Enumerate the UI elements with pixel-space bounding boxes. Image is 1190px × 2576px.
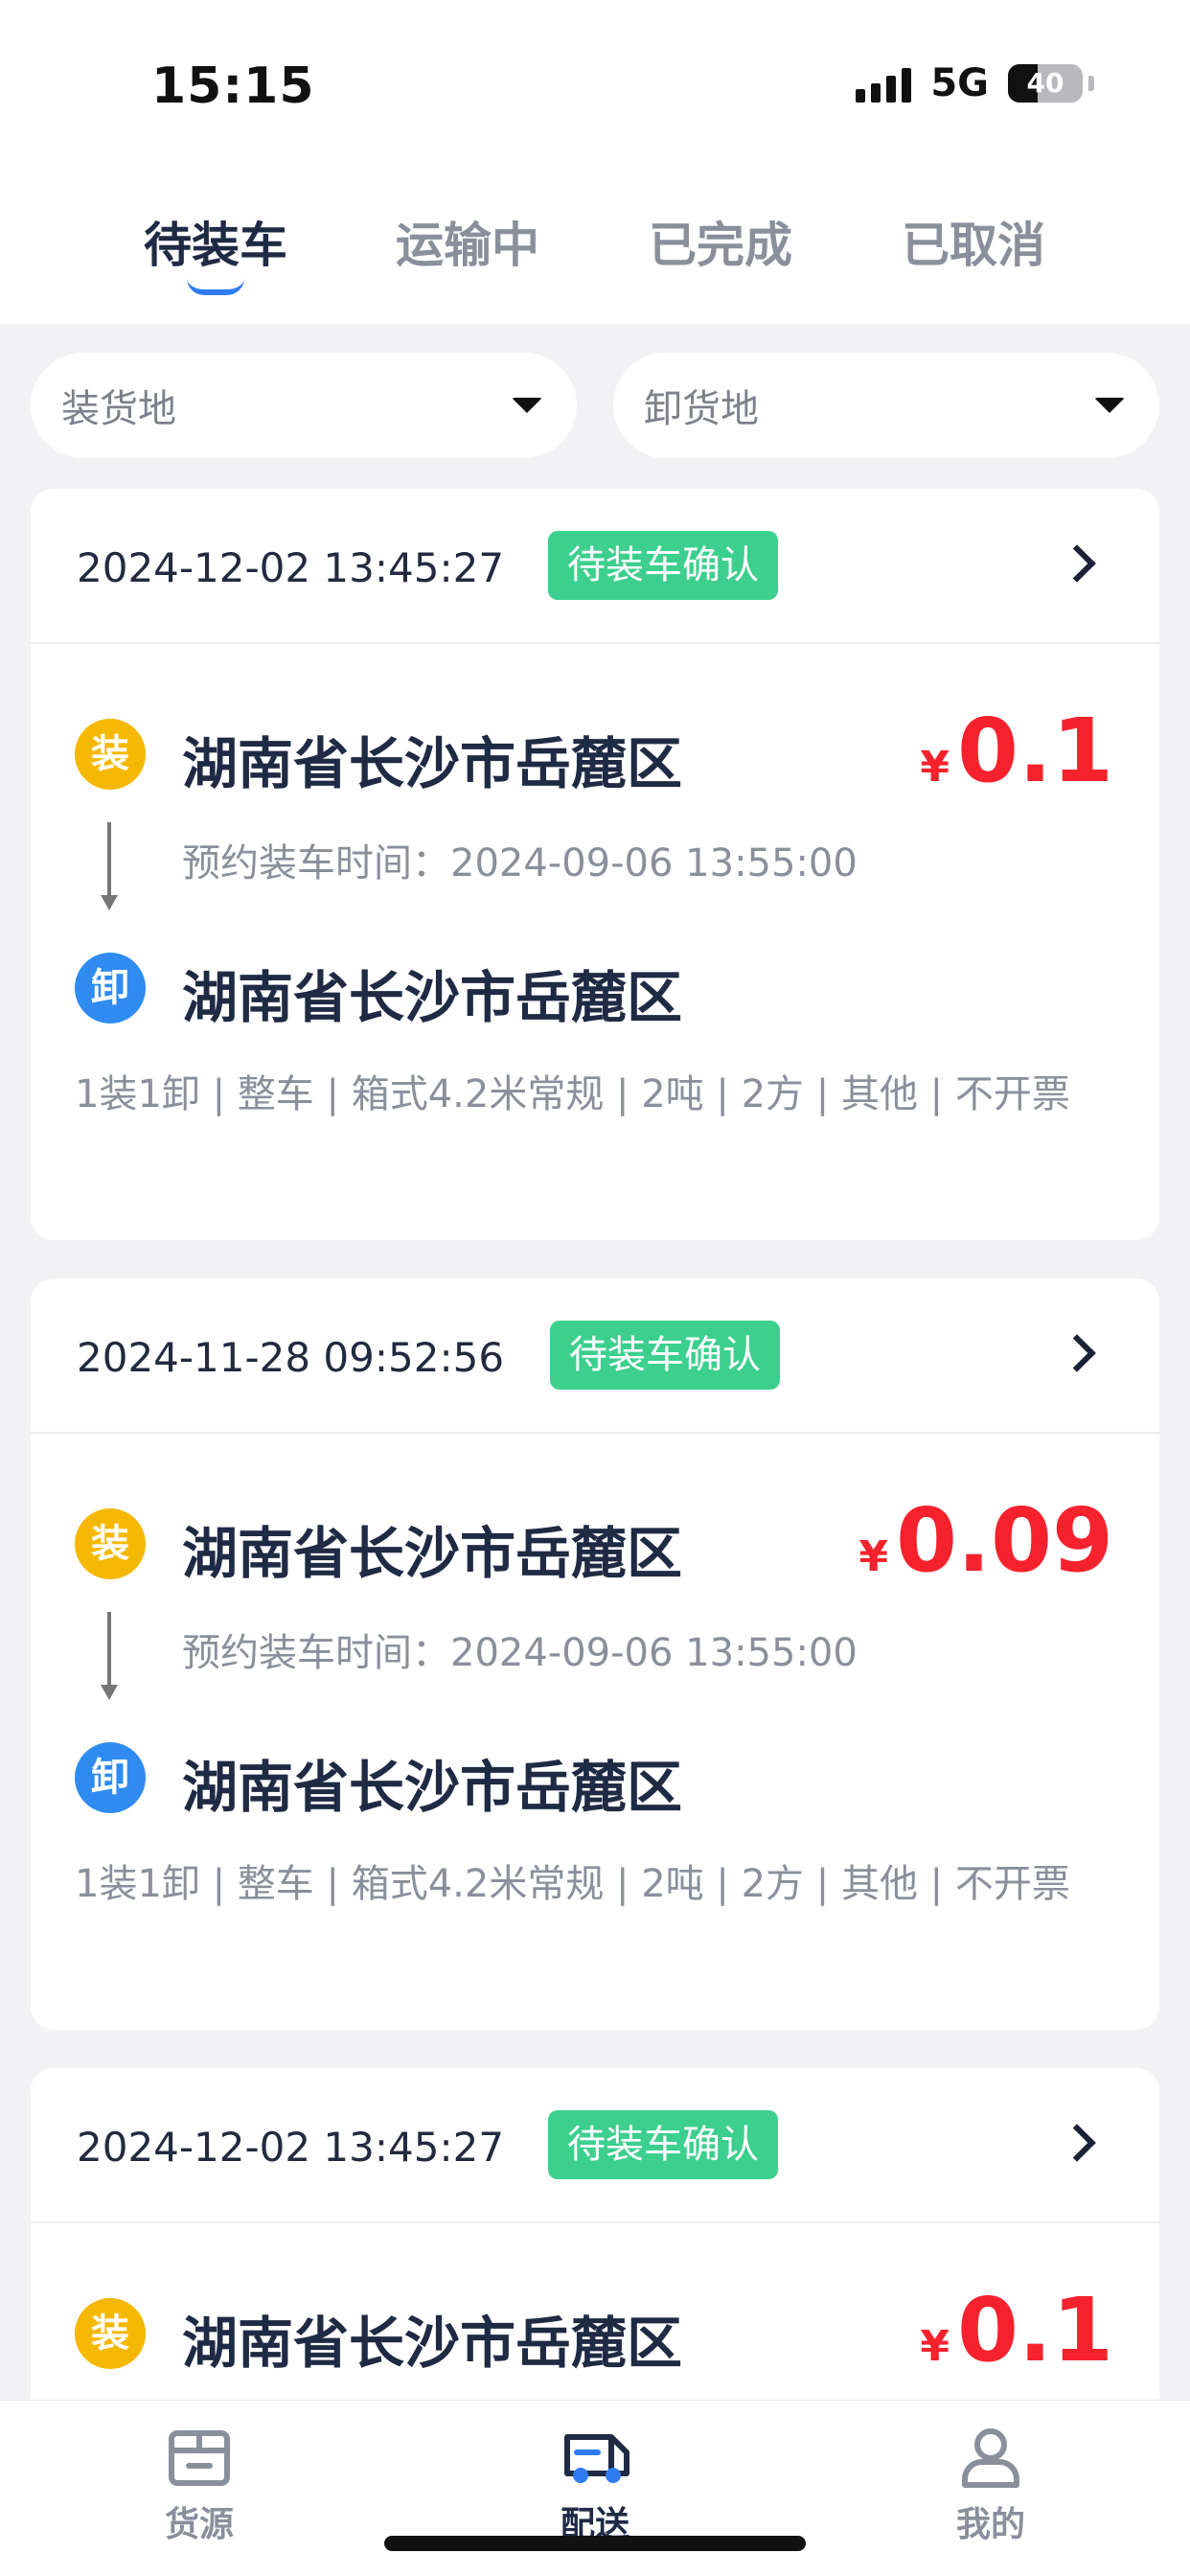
tab-pending-loading[interactable]: 待装车 [110,207,321,276]
order-specs: 1装1卸 | 整车 | 箱式4.2米常规 | 2吨 | 2方 | 其他 | 不开… [75,1862,1070,1906]
price-value: 0.1 [957,700,1113,802]
order-price: ¥ 0.1 [920,700,1113,802]
currency-symbol: ¥ [920,2322,950,2371]
unload-place-filter[interactable]: 卸货地 [613,353,1159,458]
load-place-filter[interactable]: 装货地 [31,353,577,458]
route-line [107,822,111,901]
status-badge: 待装车确认 [548,2110,778,2179]
route-arrow-icon [101,1685,118,1700]
order-time: 2024-12-02 13:45:27 [77,2124,505,2171]
nav-cargo[interactable]: 货源 [123,2424,276,2546]
order-status-tabs: 待装车 运输中 已完成 已取消 [0,163,1190,324]
order-card[interactable]: 2024-11-28 09:52:56 待装车确认 装 湖南省长沙市岳麓区 ¥ … [31,1278,1159,2030]
nav-label: 我的 [955,2505,1025,2544]
chevron-right-icon[interactable] [1058,1334,1096,1372]
dropdown-caret-icon [512,398,542,413]
order-price: ¥ 0.09 [858,1489,1113,1592]
battery-level: 40 [1026,67,1064,99]
home-indicator[interactable] [384,2536,806,2551]
battery-tip [1088,76,1094,91]
order-price: ¥ 0.1 [920,2279,1113,2381]
price-value: 0.1 [957,2279,1113,2381]
order-time: 2024-11-28 09:52:56 [77,1334,505,1381]
tab-cancelled[interactable]: 已取消 [868,207,1079,276]
order-card-header: 2024-12-02 13:45:27 待装车确认 [31,489,1159,644]
user-icon [957,2424,1024,2491]
status-bar: 15:15 5G 40 [0,0,1190,163]
unload-point-icon: 卸 [75,953,146,1024]
chevron-right-icon[interactable] [1058,2124,1096,2162]
load-point-icon: 装 [75,2298,146,2369]
unload-point-icon: 卸 [75,1742,146,1813]
currency-symbol: ¥ [920,743,950,792]
status-indicators: 5G 40 [856,61,1094,105]
order-time: 2024-12-02 13:45:27 [77,544,505,591]
price-value: 0.09 [896,1489,1113,1592]
nav-mine[interactable]: 我的 [914,2424,1067,2546]
route-line [107,1612,111,1690]
cellular-signal-icon [856,64,912,103]
load-point-icon: 装 [75,719,146,790]
tab-completed[interactable]: 已完成 [615,207,826,276]
order-card-header: 2024-11-28 09:52:56 待装车确认 [31,1278,1159,1434]
order-card-header: 2024-12-02 13:45:27 待装车确认 [31,2068,1159,2223]
load-place-filter-label: 装货地 [61,387,176,431]
route-arrow-icon [101,895,118,910]
load-address: 湖南省长沙市岳麓区 [182,1521,683,1586]
cargo-box-icon [166,2424,233,2491]
network-type: 5G [930,61,989,105]
order-specs: 1装1卸 | 整车 | 箱式4.2米常规 | 2吨 | 2方 | 其他 | 不开… [75,1072,1070,1116]
unload-address: 湖南省长沙市岳麓区 [182,1755,683,1820]
currency-symbol: ¥ [858,1532,888,1581]
battery-icon: 40 [1008,64,1083,103]
status-badge: 待装车确认 [548,531,778,600]
status-badge: 待装车确认 [550,1321,780,1390]
chevron-right-icon[interactable] [1058,544,1096,583]
status-time: 15:15 [151,58,315,115]
tab-in-transit[interactable]: 运输中 [362,207,573,276]
load-address: 湖南省长沙市岳麓区 [182,2311,683,2376]
nav-delivery[interactable]: 配送 [518,2424,672,2546]
unload-place-filter-label: 卸货地 [644,387,759,431]
load-point-icon: 装 [75,1508,146,1579]
order-card[interactable]: 2024-12-02 13:45:27 待装车确认 装 湖南省长沙市岳麓区 ¥ … [31,489,1159,1240]
load-address: 湖南省长沙市岳麓区 [182,731,683,796]
active-tab-indicator [187,278,244,295]
dropdown-caret-icon [1094,398,1125,413]
delivery-truck-icon [561,2424,629,2491]
appointment-time: 预约装车时间：2024-09-06 13:55:00 [182,1631,858,1675]
appointment-time: 预约装车时间：2024-09-06 13:55:00 [182,841,858,886]
unload-address: 湖南省长沙市岳麓区 [182,965,683,1030]
nav-label: 货源 [164,2505,234,2544]
